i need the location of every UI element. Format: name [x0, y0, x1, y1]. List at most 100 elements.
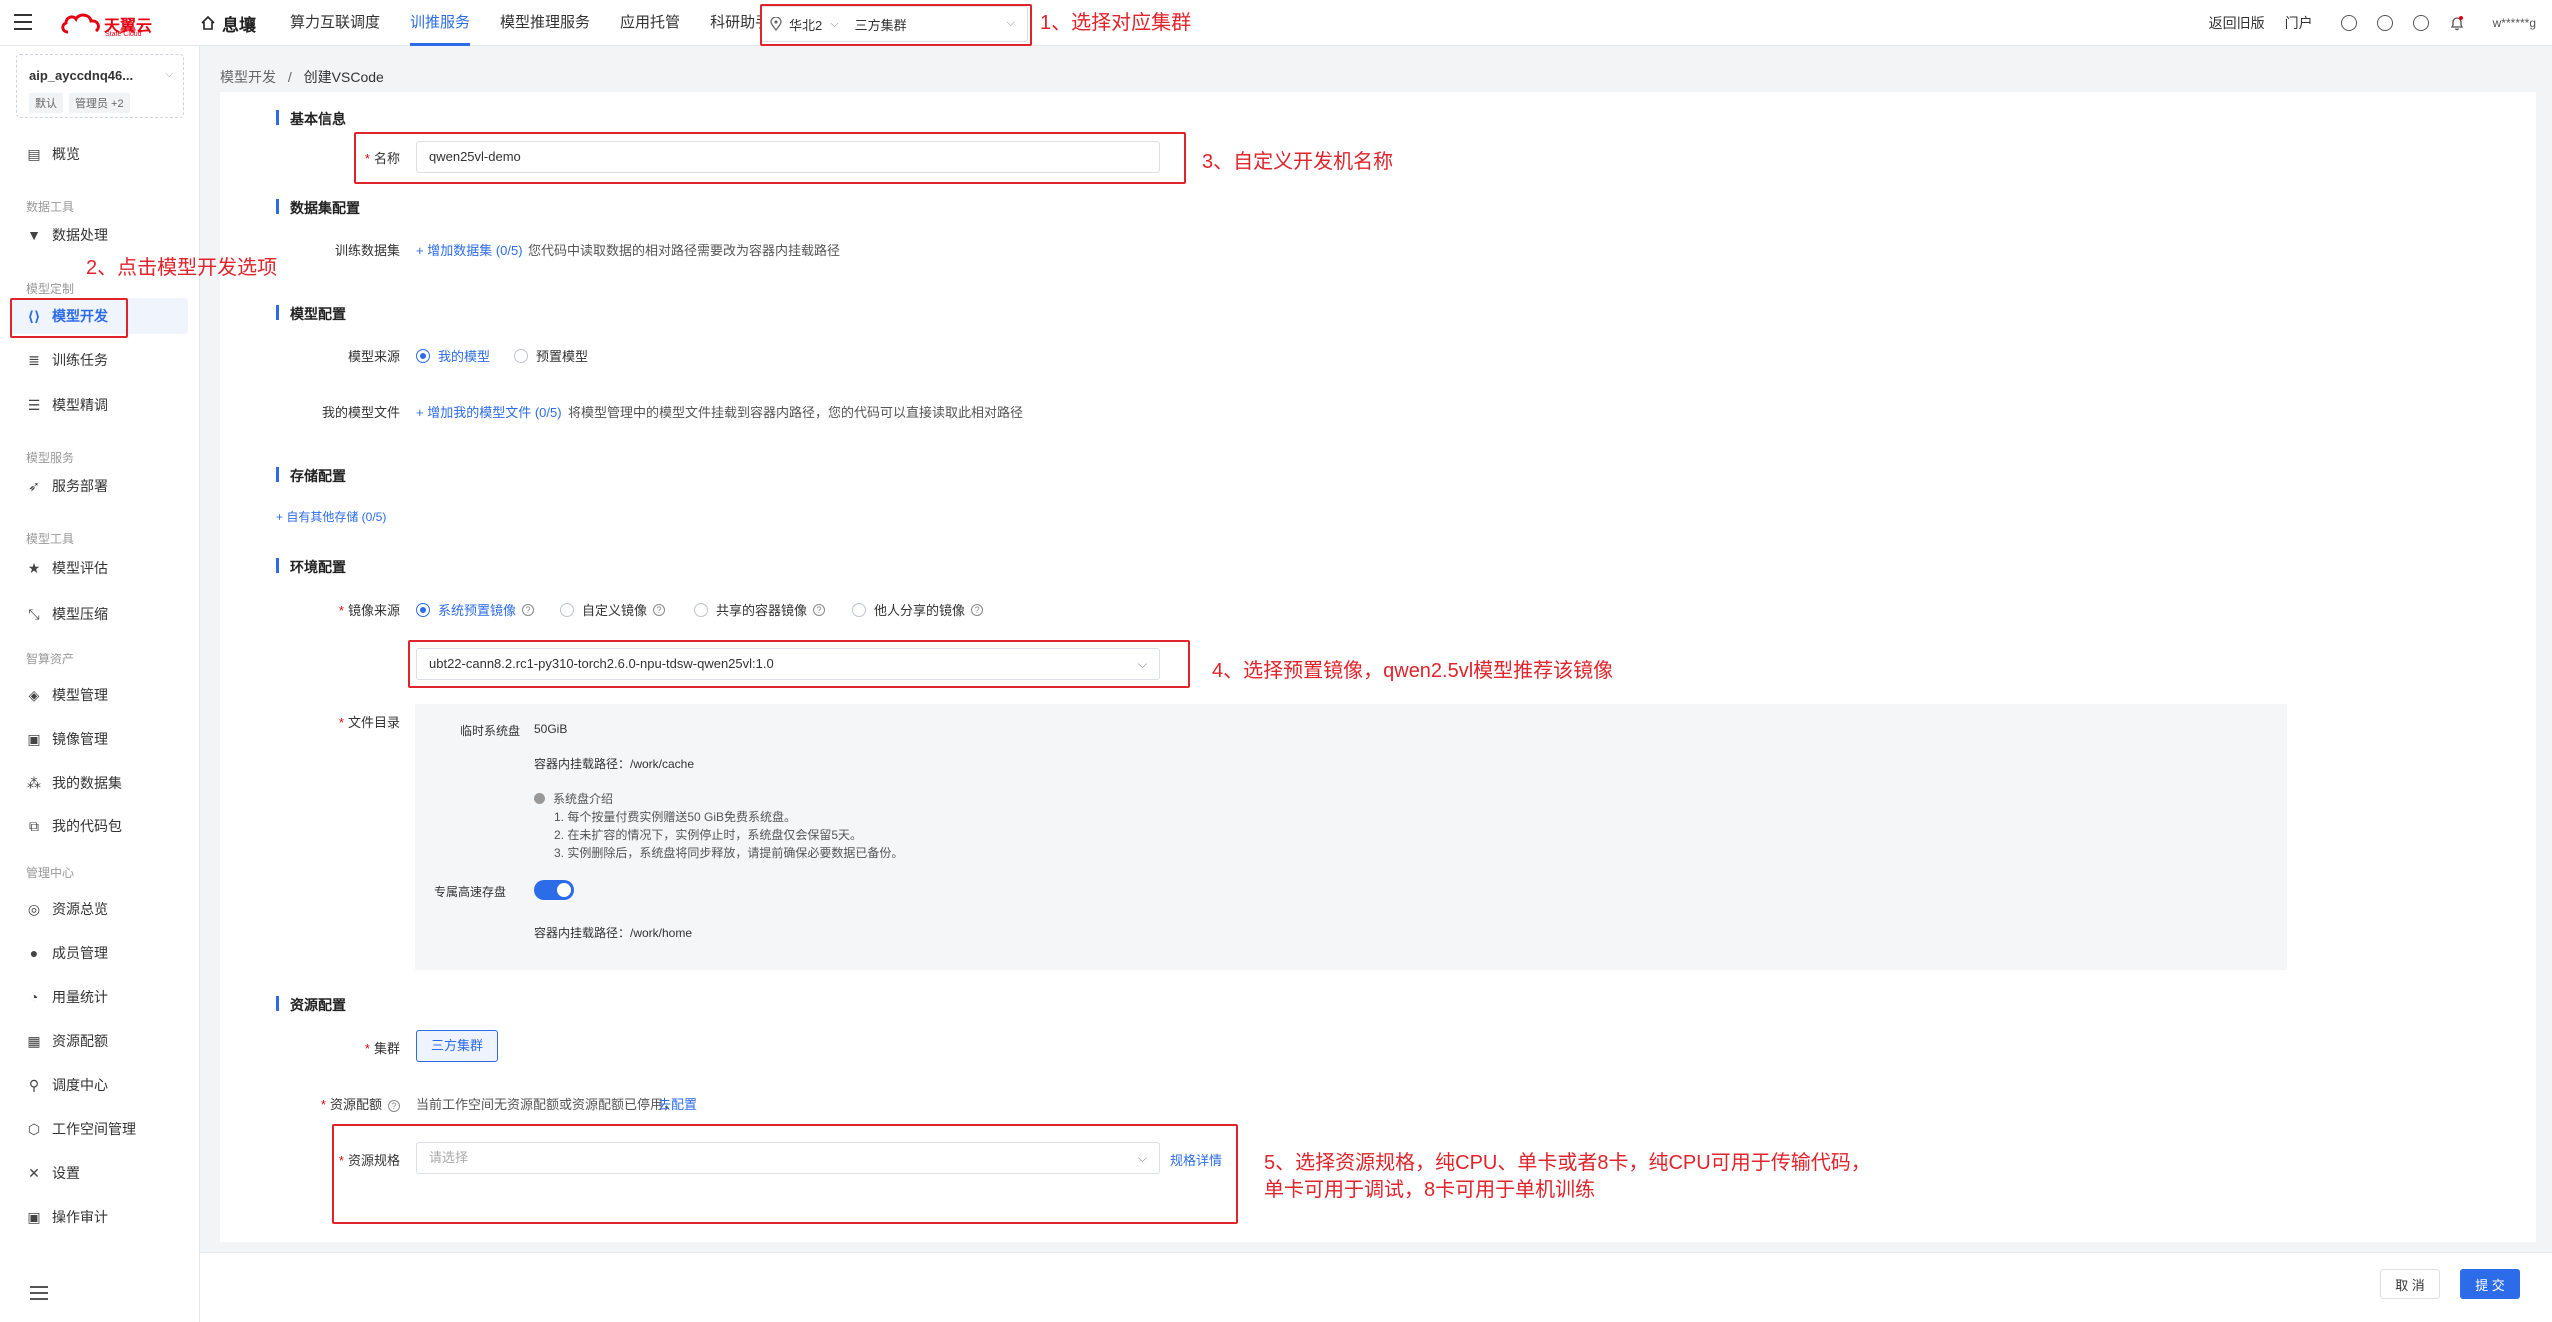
sidebar-item[interactable]: ◎ 资源总览 — [12, 891, 188, 927]
breadcrumb-parent[interactable]: 模型开发 — [220, 69, 276, 85]
cluster-label: * 集群 — [364, 1041, 400, 1056]
workspace-selector[interactable]: aip_ayccdnq46... ⌵ 默认 管理员 +2 — [16, 54, 184, 118]
sidebar-item-label: 工作空间管理 — [52, 1121, 136, 1137]
sidebar-item-label: 我的数据集 — [52, 775, 122, 791]
radio-others-shared-image[interactable]: 他人分享的镜像? — [852, 600, 984, 619]
search-icon[interactable] — [2340, 15, 2357, 31]
nav-training-service[interactable]: 训推服务 — [410, 0, 471, 46]
menu-icon[interactable] — [14, 14, 32, 30]
fast-disk-toggle[interactable] — [534, 880, 574, 900]
sidebar-item[interactable]: ▣ 操作审计 — [12, 1199, 188, 1235]
radio-shared-image[interactable]: 共享的容器镜像? — [694, 600, 826, 619]
cluster-option-button[interactable]: 三方集群 — [416, 1030, 498, 1062]
sidebar-item[interactable]: ⁂ 我的数据集 — [12, 765, 188, 801]
home-label: 息壤 — [222, 15, 256, 35]
sidebar-group-label: 模型服务 — [26, 451, 75, 465]
sidebar-item-label: 用量统计 — [52, 989, 108, 1005]
sidebar-item[interactable]: ⚲ 调度中心 — [12, 1067, 188, 1103]
sidebar-item[interactable]: ▤ 概览 — [12, 136, 188, 172]
audit-icon: ▣ — [27, 1208, 41, 1225]
nav-app-hosting[interactable]: 应用托管 — [620, 0, 680, 46]
top-bar: 天翼云 State Cloud 息壤 算力互联调度 训推服务 模型推理服务 应用… — [0, 0, 2552, 46]
workspace-name: aip_ayccdnq46... — [29, 68, 134, 83]
more-icon[interactable] — [2376, 15, 2393, 31]
sidebar-item[interactable]: ⧉ 我的代码包 — [12, 808, 188, 844]
user-name[interactable]: w******g — [2493, 16, 2536, 30]
sidebar-item-label: 服务部署 — [52, 478, 108, 494]
add-dataset-link[interactable]: + 增加数据集 (0/5) — [416, 240, 523, 259]
sliders-icon: ☰ — [27, 396, 41, 413]
dataset-hint: 您代码中读取数据的相对路径需要改为容器内挂载路径 — [528, 243, 841, 258]
cloud-logo-icon — [61, 13, 100, 34]
sidebar-group-label: 管理中心 — [26, 866, 75, 880]
bell-icon[interactable] — [2449, 15, 2465, 31]
workspace-tag: 默认 — [29, 93, 63, 113]
sidebar-item-label: 模型管理 — [52, 687, 108, 703]
info-icon — [534, 793, 545, 804]
sidebar-group-label: 数据工具 — [26, 200, 75, 214]
quota-hint: 当前工作空间无资源配额或资源配额已停用， — [416, 1097, 677, 1112]
nav-compute[interactable]: 算力互联调度 — [290, 0, 380, 46]
sidebar-item[interactable]: ▣ 镜像管理 — [12, 721, 188, 757]
sidebar-item[interactable]: ➶ 服务部署 — [12, 468, 188, 504]
sidebar-item[interactable]: ✕ 设置 — [12, 1155, 188, 1191]
sidebar: aip_ayccdnq46... ⌵ 默认 管理员 +2 ▤ 概览数据工具 ▼ 数据处… — [0, 46, 200, 1322]
help-icon[interactable] — [2412, 15, 2429, 31]
workspace-tags: 默认 管理员 +2 — [29, 93, 136, 113]
home-path: 容器内挂载路径：/work/home — [534, 926, 693, 940]
workspace-tag: 管理员 +2 — [69, 93, 130, 113]
sidebar-item[interactable]: ≣ 训练任务 — [12, 342, 188, 378]
radio-my-model[interactable]: 我的模型 — [416, 346, 490, 365]
sys-disk-label: 临时系统盘 — [460, 724, 521, 738]
file-dir-label: * 文件目录 — [338, 715, 400, 730]
radio-system-image[interactable]: 系统预置镜像? — [416, 600, 535, 619]
back-old-version-link[interactable]: 返回旧版 — [2209, 13, 2265, 33]
sidebar-item-label: 模型压缩 — [52, 606, 108, 622]
top-right-actions: 返回旧版 门户 w******g — [2181, 0, 2536, 46]
sidebar-item-label: 操作审计 — [52, 1209, 108, 1225]
quota-icon: ▦ — [27, 1032, 41, 1049]
intro-title: 系统盘介绍 — [534, 790, 613, 807]
sidebar-group-label: 模型工具 — [26, 532, 75, 546]
annotation-text-5: 5、选择资源规格，纯CPU、单卡或者8卡，纯CPU可用于传输代码， — [1264, 1152, 1871, 1174]
workspace-icon: ⬡ — [27, 1120, 41, 1137]
chevron-down-icon: ⌵ — [165, 69, 173, 80]
sidebar-item[interactable]: ▦ 资源配额 — [12, 1023, 188, 1059]
sidebar-item[interactable]: ★ 模型评估 — [12, 550, 188, 586]
resource-icon: ◎ — [27, 900, 41, 917]
user-icon: ● — [29, 945, 39, 961]
filter-icon: ▼ — [27, 227, 41, 243]
model-file-hint: 将模型管理中的模型文件挂载到容器内路径，您的代码可以直接读取此相对路径 — [568, 405, 1024, 420]
sidebar-item[interactable]: ● 成员管理 — [12, 935, 188, 971]
cancel-button[interactable]: 取 消 — [2380, 1269, 2440, 1299]
sidebar-item[interactable]: ◔ 用量统计 — [12, 979, 188, 1015]
logo-subtext: State Cloud — [105, 31, 142, 38]
sidebar-item[interactable]: ⤡ 模型压缩 — [12, 596, 188, 632]
radio-custom-image[interactable]: 自定义镜像? — [560, 600, 666, 619]
annotation-box-2 — [10, 298, 128, 338]
add-model-file-link[interactable]: + 增加我的模型文件 (0/5) — [416, 402, 562, 421]
quota-label: * 资源配额? — [300, 1094, 400, 1113]
add-storage-link[interactable]: + 自有其他存储 (0/5) — [276, 508, 386, 525]
radio-preset-model[interactable]: 预置模型 — [514, 346, 588, 365]
intro-line: 1. 每个按量付费实例赠送50 GiB免费系统盘。 — [554, 810, 797, 824]
quota-config-link[interactable]: 去配置 — [658, 1094, 697, 1113]
collapse-sidebar-icon[interactable] — [30, 1286, 48, 1300]
sidebar-item[interactable]: ◈ 模型管理 — [12, 677, 188, 713]
logo[interactable]: 天翼云 State Cloud — [60, 10, 156, 38]
sidebar-item[interactable]: ▼ 数据处理 — [12, 217, 188, 253]
sidebar-group-label: 智算资产 — [26, 652, 75, 666]
help-icon: ? — [388, 1100, 400, 1112]
rocket-icon: ➶ — [28, 477, 40, 494]
annotation-text-2: 2、点击模型开发选项 — [86, 257, 278, 279]
portal-link[interactable]: 门户 — [2285, 13, 2313, 33]
home-link[interactable]: 息壤 — [200, 0, 256, 46]
nav-inference-service[interactable]: 模型推理服务 — [500, 0, 590, 46]
section-model: 模型配置 — [276, 304, 346, 324]
image-icon: ▣ — [27, 730, 41, 747]
sidebar-item[interactable]: ☰ 模型精调 — [12, 387, 188, 423]
annotation-box-3 — [354, 132, 1186, 184]
help-icon: ? — [653, 603, 666, 616]
submit-button[interactable]: 提 交 — [2460, 1269, 2520, 1299]
sidebar-item[interactable]: ⬡ 工作空间管理 — [12, 1111, 188, 1147]
